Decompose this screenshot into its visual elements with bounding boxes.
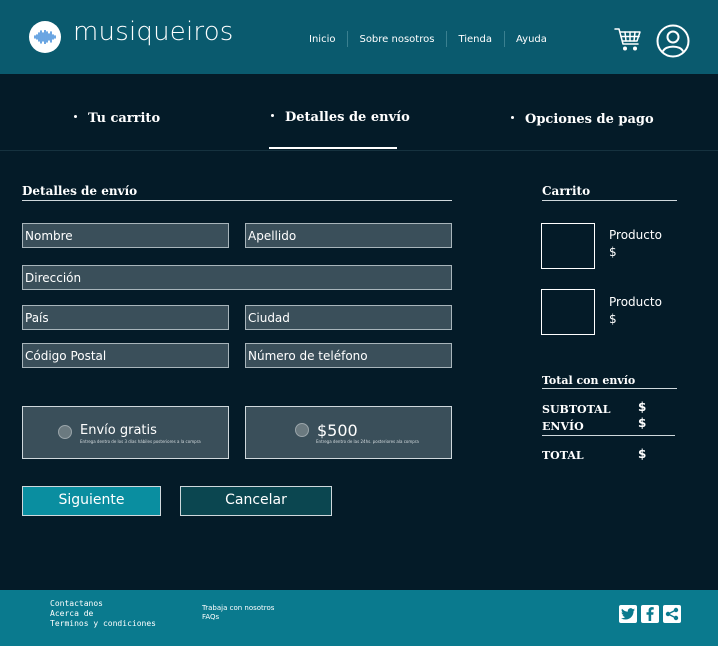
footer-link-terminos[interactable]: Terminos y condiciones bbox=[50, 619, 156, 629]
apellido-field[interactable] bbox=[245, 223, 452, 248]
nav-tienda[interactable]: Tienda bbox=[446, 31, 504, 47]
footer: Contactanos Acerca de Terminos y condici… bbox=[0, 590, 718, 646]
radio-button[interactable] bbox=[58, 425, 72, 439]
shipping-option-free[interactable]: Envío gratis Entrega dentro de los 3 día… bbox=[22, 406, 229, 459]
shipping-option-note: Entrega dentro de las 24hs. posteriores … bbox=[316, 439, 419, 444]
bullet-icon bbox=[511, 116, 514, 119]
radio-button[interactable] bbox=[295, 423, 309, 437]
shipping-value: $ bbox=[638, 416, 647, 430]
step-detalles-envio[interactable]: Detalles de envío bbox=[271, 110, 410, 125]
shipping-option-paid[interactable]: $500 Entrega dentro de las 24hs. posteri… bbox=[245, 406, 452, 459]
soundwave-logo-icon[interactable] bbox=[29, 21, 61, 53]
step-label: Tu carrito bbox=[88, 111, 161, 126]
product-thumbnail bbox=[541, 289, 595, 335]
cart-title: Carrito bbox=[542, 184, 591, 198]
product-name: Producto bbox=[609, 295, 662, 309]
bullet-icon bbox=[74, 115, 77, 118]
footer-links-primary: Contactanos Acerca de Terminos y condici… bbox=[50, 599, 156, 629]
shipping-option-label: Envío gratis bbox=[80, 423, 157, 438]
cancel-button[interactable]: Cancelar bbox=[180, 486, 332, 516]
top-header: musiqueiros Inicio Sobre nosotros Tienda… bbox=[0, 0, 718, 74]
form-title: Detalles de envío bbox=[22, 184, 138, 198]
checkout-steps: Tu carrito Detalles de envío Opciones de… bbox=[0, 74, 718, 151]
main-nav: Inicio Sobre nosotros Tienda Ayuda bbox=[297, 31, 559, 47]
divider bbox=[542, 435, 675, 436]
pais-field[interactable] bbox=[22, 305, 229, 330]
share-icon[interactable] bbox=[663, 605, 681, 623]
ciudad-field[interactable] bbox=[245, 305, 452, 330]
product-price: $ bbox=[609, 312, 617, 326]
active-step-indicator bbox=[269, 147, 397, 149]
shipping-option-note: Entrega dentro de los 3 días hábiles pos… bbox=[80, 439, 201, 444]
step-label: Detalles de envío bbox=[285, 110, 410, 125]
brand-name[interactable]: musiqueiros bbox=[73, 17, 234, 47]
facebook-icon[interactable] bbox=[641, 605, 659, 623]
total-label: TOTAL bbox=[542, 449, 584, 462]
telefono-field[interactable] bbox=[245, 343, 452, 368]
subtotal-value: $ bbox=[638, 400, 647, 414]
shipping-option-label: $500 bbox=[317, 421, 358, 440]
product-thumbnail bbox=[541, 223, 595, 269]
cart-item: Producto $ bbox=[609, 227, 662, 261]
direccion-field[interactable] bbox=[22, 265, 452, 290]
cart-item: Producto $ bbox=[609, 294, 662, 328]
codigo-postal-field[interactable] bbox=[22, 343, 229, 368]
shipping-label: ENVÍO bbox=[542, 420, 584, 433]
user-icon[interactable] bbox=[656, 24, 690, 62]
twitter-icon[interactable] bbox=[619, 605, 637, 623]
footer-link-contactanos[interactable]: Contactanos bbox=[50, 599, 156, 609]
next-button[interactable]: Siguiente bbox=[22, 486, 161, 516]
cart-icon[interactable] bbox=[614, 27, 642, 57]
product-price: $ bbox=[609, 245, 617, 259]
divider bbox=[542, 200, 677, 201]
total-value: $ bbox=[638, 447, 647, 461]
subtotal-label: SUBTOTAL bbox=[542, 403, 611, 416]
footer-links-secondary: Trabaja con nosotros FAQs bbox=[202, 604, 274, 622]
step-opciones-pago[interactable]: Opciones de pago bbox=[511, 112, 654, 127]
step-label: Opciones de pago bbox=[525, 112, 654, 127]
footer-link-acerca-de[interactable]: Acerca de bbox=[50, 609, 156, 619]
total-title: Total con envío bbox=[542, 374, 636, 387]
nav-ayuda[interactable]: Ayuda bbox=[503, 31, 559, 47]
product-name: Producto bbox=[609, 228, 662, 242]
footer-link-faqs[interactable]: FAQs bbox=[202, 613, 274, 622]
nombre-field[interactable] bbox=[22, 223, 229, 248]
footer-link-trabaja[interactable]: Trabaja con nosotros bbox=[202, 604, 274, 613]
divider bbox=[22, 200, 452, 201]
nav-inicio[interactable]: Inicio bbox=[297, 34, 347, 45]
nav-sobre-nosotros[interactable]: Sobre nosotros bbox=[347, 31, 446, 47]
step-tu-carrito[interactable]: Tu carrito bbox=[74, 111, 160, 126]
divider bbox=[542, 388, 677, 389]
bullet-icon bbox=[271, 114, 274, 117]
